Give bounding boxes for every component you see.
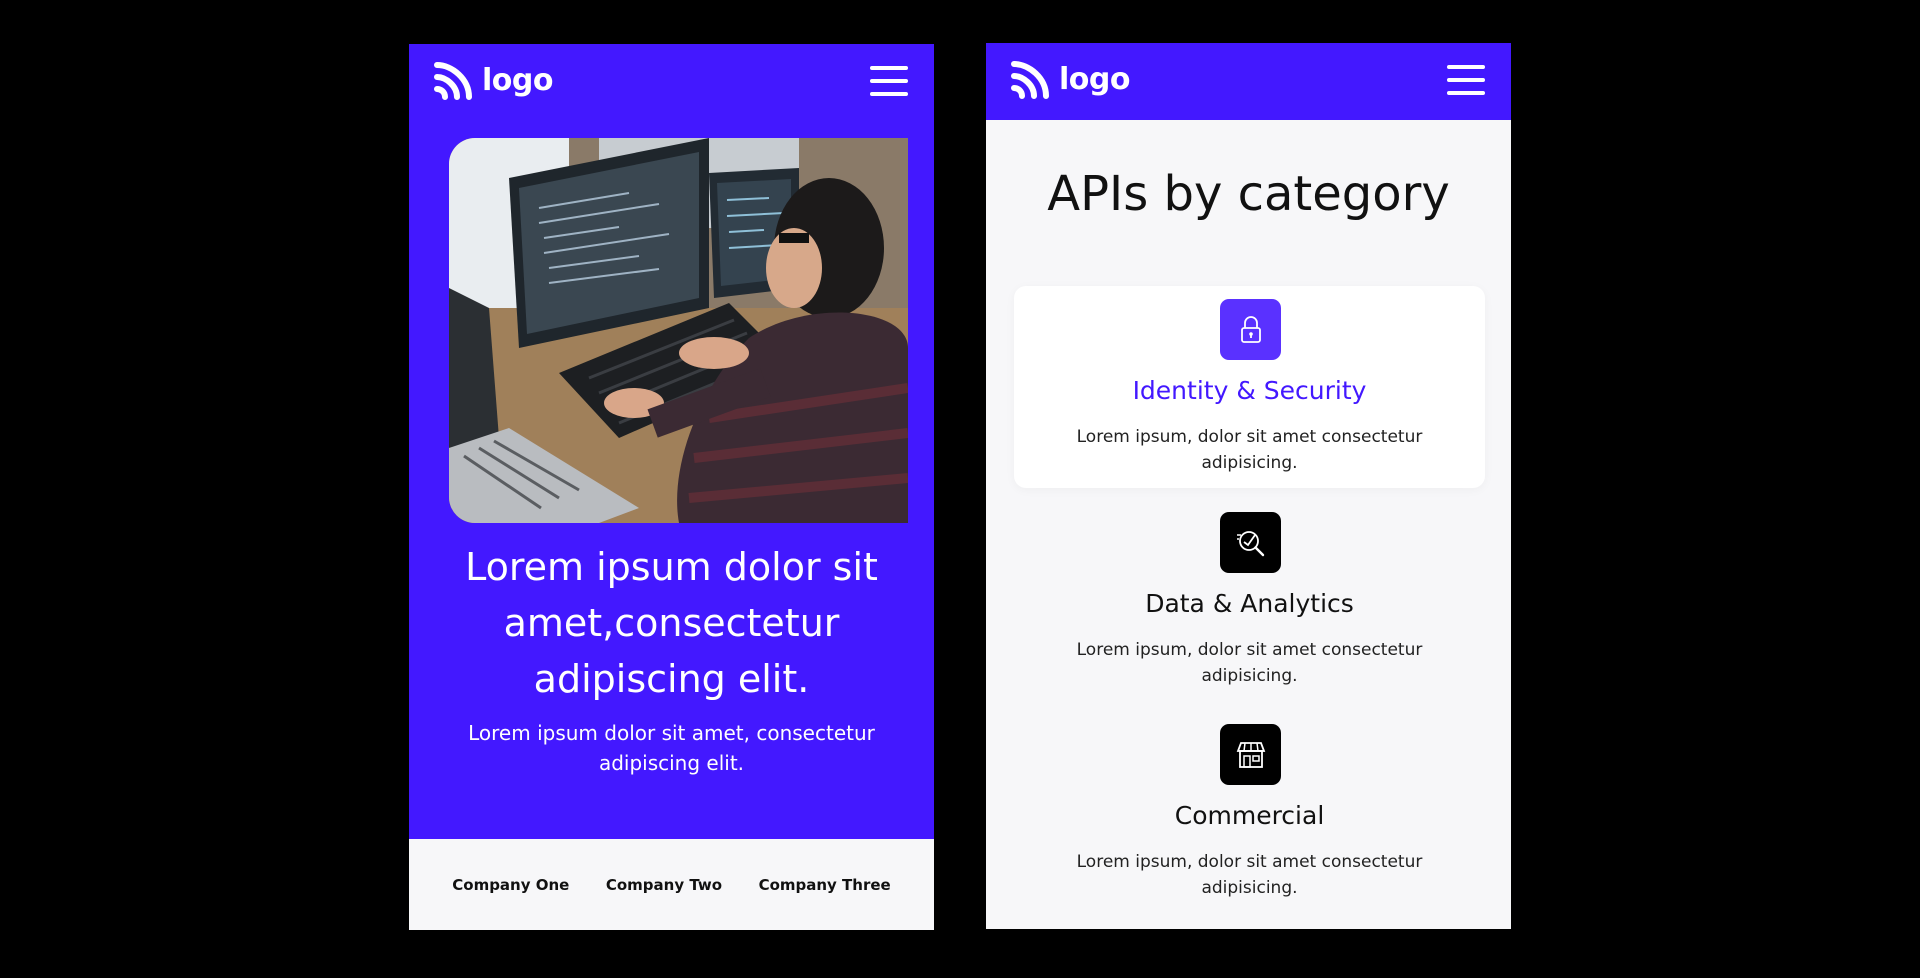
category-card-identity-security[interactable]: Identity & Security Lorem ipsum, dolor s… bbox=[1014, 286, 1485, 488]
logo-text: logo bbox=[482, 63, 553, 98]
hero-title: Lorem ipsum dolor sit amet,consectetur a… bbox=[465, 545, 878, 701]
mobile-screen-api-categories: logo APIs by category Identity & Securit… bbox=[986, 43, 1511, 929]
company-logos-strip: Company One Company Two Company Three bbox=[409, 839, 934, 930]
category-description: Lorem ipsum, dolor sit amet consectetur … bbox=[1076, 427, 1423, 473]
logo-mark-icon bbox=[434, 62, 472, 100]
analytics-search-icon bbox=[1220, 512, 1281, 573]
navbar: logo bbox=[986, 43, 1511, 120]
hamburger-menu-icon[interactable] bbox=[870, 66, 908, 96]
company-logo: Company Three bbox=[758, 875, 891, 894]
logo-text: logo bbox=[1059, 62, 1130, 97]
mobile-screen-home: logo Lorem ipsum dolor sit amet,consecte… bbox=[409, 44, 934, 930]
hero-subtitle: Lorem ipsum dolor sit amet, consectetur … bbox=[468, 721, 875, 775]
category-title: Commercial bbox=[1174, 801, 1325, 830]
category-description: Lorem ipsum, dolor sit amet consectetur … bbox=[1076, 852, 1423, 898]
company-logo: Company One bbox=[452, 875, 570, 894]
lock-icon bbox=[1220, 299, 1281, 360]
developer-at-computer-illustration bbox=[449, 138, 908, 523]
navbar: logo bbox=[409, 44, 934, 121]
logo[interactable]: logo bbox=[434, 61, 553, 101]
logo-mark-icon bbox=[1011, 61, 1049, 99]
logo[interactable]: logo bbox=[1011, 60, 1130, 100]
category-card-data-analytics[interactable]: Data & Analytics Lorem ipsum, dolor sit … bbox=[1014, 499, 1485, 701]
hero-section: Lorem ipsum dolor sit amet,consectetur a… bbox=[409, 121, 934, 839]
hero-image bbox=[449, 138, 908, 523]
section-title: APIs by category bbox=[1047, 166, 1450, 222]
storefront-icon bbox=[1220, 724, 1281, 785]
company-logo: Company Two bbox=[605, 875, 723, 894]
category-card-commercial[interactable]: Commercial Lorem ipsum, dolor sit amet c… bbox=[1014, 711, 1485, 913]
hamburger-menu-icon[interactable] bbox=[1447, 65, 1485, 95]
category-description: Lorem ipsum, dolor sit amet consectetur … bbox=[1076, 640, 1423, 686]
category-title: Data & Analytics bbox=[1145, 589, 1354, 618]
category-title: Identity & Security bbox=[1132, 376, 1367, 405]
